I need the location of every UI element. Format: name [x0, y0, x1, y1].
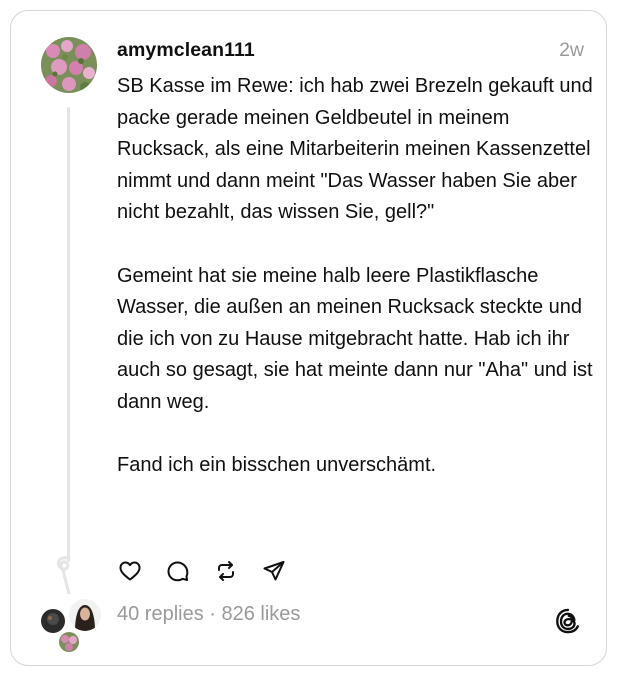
comment-icon: [167, 561, 189, 582]
post-card: amymclean111 2w SB Kasse im Rewe: ich ha…: [10, 10, 607, 666]
post-paragraph: Fand ich ein bisschen unverschämt.: [117, 454, 437, 477]
heart-icon: [119, 561, 141, 581]
post-paragraph: Gemeint hat sie meine halb leere Plastik…: [117, 264, 593, 413]
threads-logo-icon[interactable]: [554, 607, 582, 635]
post-body: SB Kasse im Rewe: ich hab zwei Brezeln g…: [117, 71, 597, 482]
author-avatar[interactable]: [41, 37, 97, 93]
repost-button[interactable]: [213, 558, 239, 584]
post-time: 2w: [559, 39, 584, 61]
replier-avatar: [67, 597, 103, 633]
thread-line: [67, 107, 70, 562]
share-button[interactable]: [261, 558, 287, 584]
author-username[interactable]: amymclean111: [117, 39, 255, 62]
post-actions: [117, 557, 309, 585]
repost-icon: [218, 561, 234, 581]
post-stats[interactable]: 40 replies · 826 likes: [117, 603, 300, 626]
post-paragraph: SB Kasse im Rewe: ich hab zwei Brezeln g…: [117, 75, 593, 224]
send-icon: [263, 561, 285, 581]
replier-avatar: [57, 630, 81, 654]
reply-button[interactable]: [165, 558, 191, 584]
like-button[interactable]: [117, 558, 143, 584]
thread-curl-icon: [56, 556, 71, 594]
